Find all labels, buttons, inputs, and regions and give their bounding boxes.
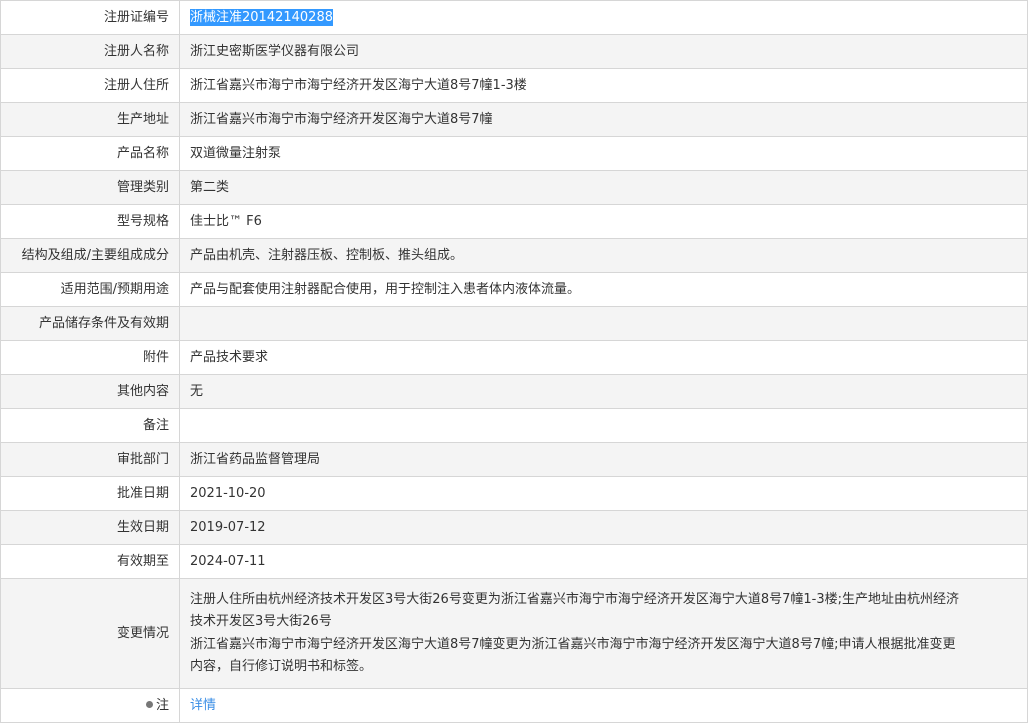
row-label: 生效日期	[0, 510, 180, 545]
remarks-value	[179, 408, 1028, 443]
details-link[interactable]: 详情	[190, 698, 216, 713]
table-row: 备注	[0, 408, 1028, 443]
table-row: 注册人名称 浙江史密斯医学仪器有限公司	[0, 34, 1028, 69]
table-row: 其他内容 无	[0, 374, 1028, 409]
row-label: 批准日期	[0, 476, 180, 511]
row-label: 生产地址	[0, 102, 180, 137]
registrant-name-value: 浙江史密斯医学仪器有限公司	[179, 34, 1028, 69]
table-row: 管理类别 第二类	[0, 170, 1028, 205]
row-label: 注册证编号	[0, 0, 180, 35]
table-row: 适用范围/预期用途 产品与配套使用注射器配合使用，用于控制注入患者体内液体流量。	[0, 272, 1028, 307]
production-address-value: 浙江省嘉兴市海宁市海宁经济开发区海宁大道8号7幢	[179, 102, 1028, 137]
row-label: 适用范围/预期用途	[0, 272, 180, 307]
table-row: 批准日期 2021-10-20	[0, 476, 1028, 511]
registration-number-value: 浙械注准20142140288	[179, 0, 1028, 35]
row-label: 注册人名称	[0, 34, 180, 69]
change-line: 技术开发区3号大街26号	[190, 614, 332, 629]
effective-date-value: 2019-07-12	[179, 510, 1028, 545]
valid-until-value: 2024-07-11	[179, 544, 1028, 579]
row-label: 审批部门	[0, 442, 180, 477]
row-label: 其他内容	[0, 374, 180, 409]
change-line: 内容，自行修订说明书和标签。	[190, 659, 373, 674]
table-row: 有效期至 2024-07-11	[0, 544, 1028, 579]
selected-text[interactable]: 浙械注准20142140288	[190, 8, 333, 26]
row-label: 变更情况	[0, 578, 180, 689]
row-label: 备注	[0, 408, 180, 443]
table-row: 变更情况 注册人住所由杭州经济技术开发区3号大街26号变更为浙江省嘉兴市海宁市海…	[0, 578, 1028, 689]
change-history-value: 注册人住所由杭州经济技术开发区3号大街26号变更为浙江省嘉兴市海宁市海宁经济开发…	[179, 578, 1028, 689]
change-line: 浙江省嘉兴市海宁市海宁经济开发区海宁大道8号7幢变更为浙江省嘉兴市海宁市海宁经济…	[190, 636, 956, 652]
note-value: 详情	[179, 688, 1028, 723]
row-label: 型号规格	[0, 204, 180, 239]
table-row: 结构及组成/主要组成成分 产品由机壳、注射器压板、控制板、推头组成。	[0, 238, 1028, 273]
table-row: 注册证编号 浙械注准20142140288	[0, 0, 1028, 35]
row-label: 附件	[0, 340, 180, 375]
row-label: 结构及组成/主要组成成分	[0, 238, 180, 273]
approval-department-value: 浙江省药品监督管理局	[179, 442, 1028, 477]
table-row: 注册人住所 浙江省嘉兴市海宁市海宁经济开发区海宁大道8号7幢1-3楼	[0, 68, 1028, 103]
approval-date-value: 2021-10-20	[179, 476, 1028, 511]
row-label: 注册人住所	[0, 68, 180, 103]
row-label: 有效期至	[0, 544, 180, 579]
table-row: 产品名称 双道微量注射泵	[0, 136, 1028, 171]
table-row: 审批部门 浙江省药品监督管理局	[0, 442, 1028, 477]
table-row: 生产地址 浙江省嘉兴市海宁市海宁经济开发区海宁大道8号7幢	[0, 102, 1028, 137]
attachment-value: 产品技术要求	[179, 340, 1028, 375]
table-row: 附件 产品技术要求	[0, 340, 1028, 375]
structure-composition-value: 产品由机壳、注射器压板、控制板、推头组成。	[179, 238, 1028, 273]
registration-detail-table: 注册证编号 浙械注准20142140288 注册人名称 浙江史密斯医学仪器有限公…	[0, 0, 1028, 723]
table-row: 产品储存条件及有效期	[0, 306, 1028, 341]
table-row: 生效日期 2019-07-12	[0, 510, 1028, 545]
row-label: 产品名称	[0, 136, 180, 171]
registrant-address-value: 浙江省嘉兴市海宁市海宁经济开发区海宁大道8号7幢1-3楼	[179, 68, 1028, 103]
row-label: 管理类别	[0, 170, 180, 205]
row-label: 产品储存条件及有效期	[0, 306, 180, 341]
product-name-value: 双道微量注射泵	[179, 136, 1028, 171]
note-label-cell: 注	[0, 688, 180, 723]
intended-use-value: 产品与配套使用注射器配合使用，用于控制注入患者体内液体流量。	[179, 272, 1028, 307]
storage-conditions-value	[179, 306, 1028, 341]
table-row: 注 详情	[0, 688, 1028, 723]
management-class-value: 第二类	[179, 170, 1028, 205]
row-label: 注	[155, 697, 169, 713]
table-row: 型号规格 佳士比™ F6	[0, 204, 1028, 239]
other-content-value: 无	[179, 374, 1028, 409]
change-line: 注册人住所由杭州经济技术开发区3号大街26号变更为浙江省嘉兴市海宁市海宁经济开发…	[190, 591, 959, 607]
model-spec-value: 佳士比™ F6	[179, 204, 1028, 239]
